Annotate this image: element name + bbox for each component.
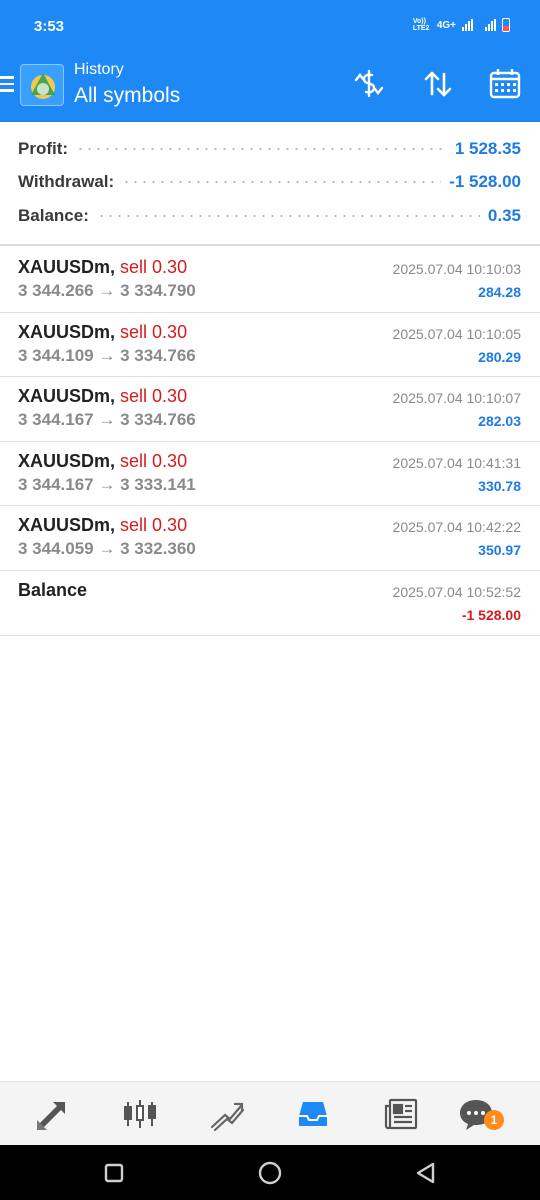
deal-row[interactable]: XAUUSDm, sell 0.30 3 344.266 → 3 334.790… xyxy=(0,248,540,313)
home-icon[interactable] xyxy=(256,1159,284,1187)
close-price: 3 333.141 xyxy=(120,474,196,494)
deal-symbol: XAUUSDm, sell 0.30 xyxy=(18,257,187,278)
open-price: 3 344.167 xyxy=(18,474,94,494)
balance-value: 0.35 xyxy=(487,206,521,225)
deal-profit: 350.97 xyxy=(478,542,521,559)
calendar-icon[interactable] xyxy=(487,66,523,102)
deal-symbol: XAUUSDm, sell 0.30 xyxy=(18,322,187,343)
open-price: 3 344.266 xyxy=(18,281,94,300)
close-price: 3 334.790 xyxy=(120,281,196,300)
deal-symbol: XAUUSDm, sell 0.30 xyxy=(18,515,187,536)
arrow-icon: → xyxy=(98,345,116,365)
deal-row[interactable]: XAUUSDm, sell 0.30 3 344.109 → 3 334.766… xyxy=(0,313,540,378)
deal-profit: 280.29 xyxy=(478,348,521,365)
deal-side: sell 0.30 xyxy=(120,257,188,277)
signal-icon-2 xyxy=(485,19,496,31)
dotted-leader xyxy=(122,181,442,183)
signal-icon xyxy=(462,19,473,31)
arrow-icon: → xyxy=(98,539,116,559)
arrow-icon: → xyxy=(98,281,116,300)
deal-prices: 3 344.059 → 3 332.360 xyxy=(18,539,196,559)
app-logo-icon[interactable] xyxy=(20,64,64,106)
withdrawal-label: Withdrawal: xyxy=(18,172,115,191)
recents-icon[interactable] xyxy=(100,1159,128,1187)
open-price: 3 344.059 xyxy=(18,539,94,559)
notification-badge: 1 xyxy=(484,1110,504,1130)
status-icons: Vo)) LTE2 4G+ xyxy=(413,18,510,32)
deal-symbol: XAUUSDm, sell 0.30 xyxy=(18,386,187,407)
dotted-leader xyxy=(76,148,447,150)
app-subtitle: History xyxy=(74,61,124,78)
open-price: 3 344.167 xyxy=(18,410,94,430)
symbol-text: XAUUSDm, xyxy=(18,450,116,471)
deal-profit: 330.78 xyxy=(478,477,521,494)
deal-symbol: XAUUSDm, sell 0.30 xyxy=(18,451,187,472)
withdrawal-value: -1 528.00 xyxy=(449,172,521,191)
history-icon[interactable] xyxy=(293,1094,333,1134)
deal-row[interactable]: XAUUSDm, sell 0.30 3 344.059 → 3 332.360… xyxy=(0,506,540,571)
app-bar: History All symbols xyxy=(0,52,540,122)
open-price: 3 344.109 xyxy=(18,345,94,365)
deal-prices: 3 344.167 → 3 334.766 xyxy=(18,410,196,430)
quotes-icon[interactable] xyxy=(120,1094,160,1134)
network-type: 4G+ xyxy=(436,19,456,31)
symbol-text: XAUUSDm, xyxy=(18,321,116,342)
balance-operation-label: Balance xyxy=(18,579,88,600)
deal-prices: 3 344.266 → 3 334.790 xyxy=(18,281,196,301)
news-icon[interactable] xyxy=(381,1094,421,1134)
deal-time: 2025.07.04 10:41:31 xyxy=(392,454,521,471)
deal-row[interactable]: XAUUSDm, sell 0.30 3 344.167 → 3 334.766… xyxy=(0,377,540,442)
back-icon[interactable] xyxy=(412,1159,440,1187)
currency-exchange-icon[interactable] xyxy=(351,66,387,102)
symbol-text: XAUUSDm, xyxy=(18,515,116,536)
menu-icon[interactable] xyxy=(0,76,14,92)
deal-profit: 282.03 xyxy=(478,413,521,430)
balance-label: Balance: xyxy=(18,206,89,225)
deal-time: 2025.07.04 10:10:03 xyxy=(392,261,521,277)
volte-indicator: Vo)) LTE2 xyxy=(412,18,430,32)
profit-value: 1 528.35 xyxy=(454,139,521,158)
deal-time: 2025.07.04 10:10:05 xyxy=(392,325,521,342)
deal-time: 2025.07.04 10:42:22 xyxy=(392,519,521,536)
balance-operation-amount: -1 528.00 xyxy=(461,606,521,623)
system-nav-bar xyxy=(0,1145,540,1200)
sort-icon[interactable] xyxy=(420,66,456,102)
bottom-nav: 1 xyxy=(0,1081,540,1145)
symbol-text: XAUUSDm, xyxy=(18,257,116,277)
chat-icon[interactable]: 1 xyxy=(456,1094,504,1134)
arrow-icon: → xyxy=(98,474,116,494)
status-bar: 3:53 Vo)) LTE2 4G+ xyxy=(0,0,540,52)
chart-icon[interactable] xyxy=(207,1094,247,1134)
summary-panel: Profit: 1 528.35 Withdrawal: -1 528.00 B… xyxy=(0,122,540,246)
deal-side: sell 0.30 xyxy=(120,450,188,471)
close-price: 3 334.766 xyxy=(120,410,196,430)
battery-icon xyxy=(502,18,510,32)
balance-row: Balance: 0.35 xyxy=(18,201,521,231)
deal-time: 2025.07.04 10:52:52 xyxy=(392,583,521,600)
app-title[interactable]: All symbols xyxy=(74,84,180,108)
deal-time: 2025.07.04 10:10:07 xyxy=(392,390,521,407)
close-price: 3 334.766 xyxy=(120,345,196,365)
close-price: 3 332.360 xyxy=(120,539,196,559)
deal-prices: 3 344.109 → 3 334.766 xyxy=(18,346,196,366)
profit-row: Profit: 1 528.35 xyxy=(18,134,521,164)
profit-label: Profit: xyxy=(18,139,69,158)
dotted-leader xyxy=(96,215,480,217)
trade-icon[interactable] xyxy=(33,1094,73,1134)
symbol-text: XAUUSDm, xyxy=(18,386,116,407)
deal-side: sell 0.30 xyxy=(120,386,188,407)
arrow-icon: → xyxy=(98,410,116,430)
deal-side: sell 0.30 xyxy=(120,515,188,536)
balance-operation-row[interactable]: Balance 2025.07.04 10:52:52 -1 528.00 xyxy=(0,571,540,636)
withdrawal-row: Withdrawal: -1 528.00 xyxy=(18,167,521,197)
deal-list: XAUUSDm, sell 0.30 3 344.266 → 3 334.790… xyxy=(0,248,540,636)
status-time: 3:53 xyxy=(34,18,65,35)
deal-prices: 3 344.167 → 3 333.141 xyxy=(18,475,196,495)
deal-side: sell 0.30 xyxy=(120,321,188,342)
deal-row[interactable]: XAUUSDm, sell 0.30 3 344.167 → 3 333.141… xyxy=(0,442,540,507)
deal-profit: 284.28 xyxy=(478,284,521,300)
